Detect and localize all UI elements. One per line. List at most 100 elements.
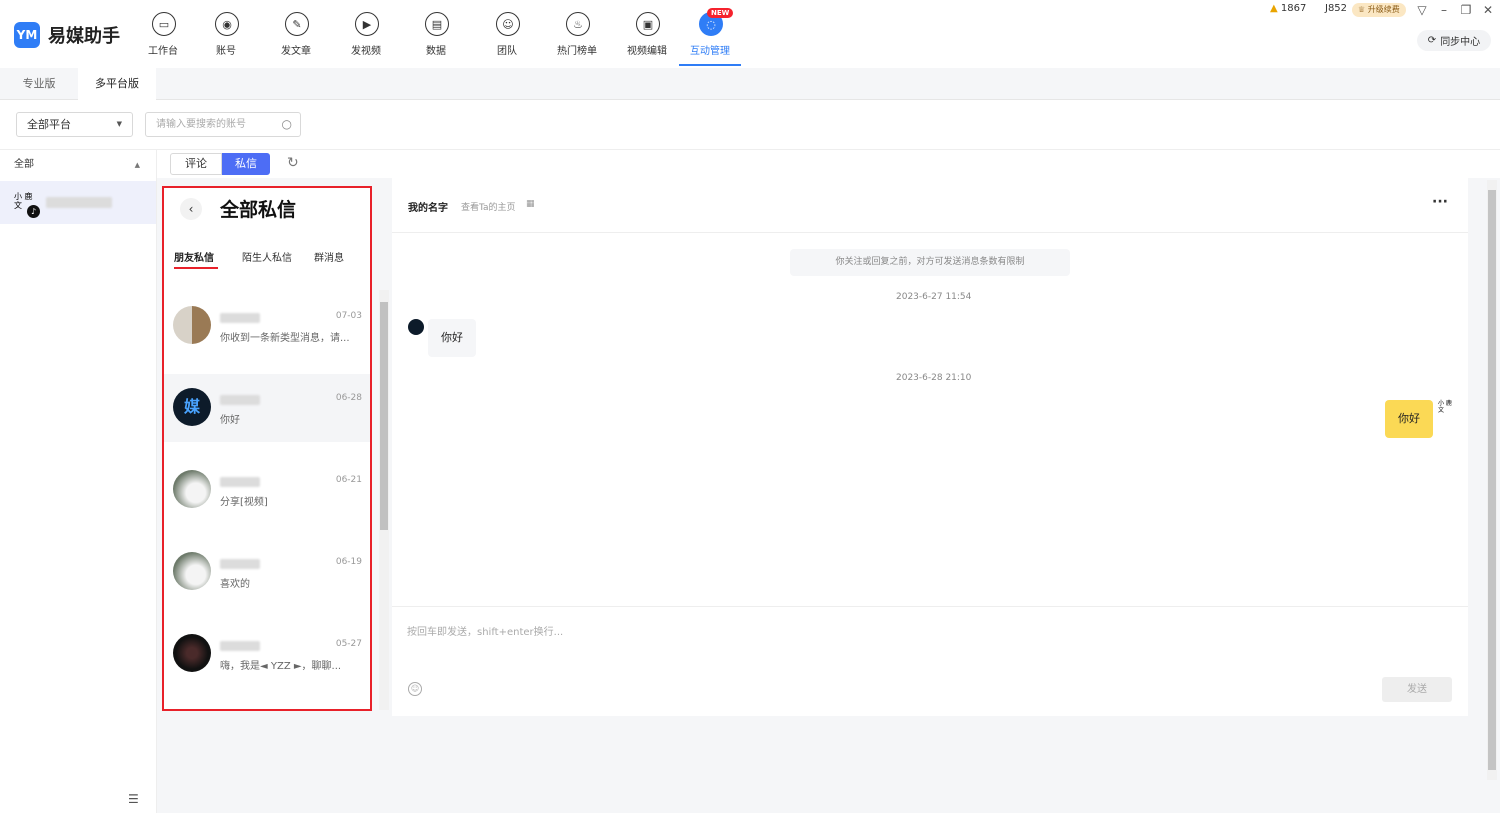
tab-stranger-messages[interactable]: 陌生人私信 xyxy=(242,249,292,264)
view-profile-link[interactable]: 查看Ta的主页 xyxy=(461,200,516,213)
fire-icon: ♨ xyxy=(566,12,590,36)
send-button[interactable]: 发送 xyxy=(1382,677,1452,702)
message-input[interactable]: 按回车即发送，shift+enter换行... xyxy=(407,623,563,638)
chat-header: 我的名字 查看Ta的主页 ▦ ··· xyxy=(392,178,1468,233)
conversation-item[interactable]: 06-21 分享[视频] xyxy=(164,456,370,524)
conversation-item-selected[interactable]: 媒 06-28 你好 xyxy=(164,374,370,442)
conversation-preview: 你收到一条新类型消息，请... xyxy=(220,333,350,344)
nav-active-indicator xyxy=(679,64,741,66)
tab-comments[interactable]: 评论 xyxy=(170,153,222,175)
outgoing-message: 你好 xyxy=(1385,400,1433,438)
coin-stat: ▲ 1867 xyxy=(1270,3,1307,14)
nav-post-video[interactable]: ▶ 发视频 xyxy=(335,0,397,68)
conversation-item[interactable]: 06-19 喜欢的 xyxy=(164,538,370,606)
conversation-date: 06-28 xyxy=(335,393,362,403)
tab-group-messages[interactable]: 群消息 xyxy=(314,249,344,264)
account-sidebar: 全部 ▲ 小 鹿 文 ♪ ☰ xyxy=(0,150,157,813)
contact-name-redacted xyxy=(220,477,260,487)
nav-team[interactable]: ☺ 团队 xyxy=(476,0,538,68)
message-list-panel: ‹ 全部私信 朋友私信 陌生人私信 群消息 07-03 你收到一条新类型消息，请… xyxy=(162,186,372,711)
tiktok-icon: ♪ xyxy=(27,205,40,218)
avatar xyxy=(173,552,211,590)
list-scrollbar[interactable] xyxy=(379,290,389,710)
message-type-tabs: 评论 私信 ↻ xyxy=(157,150,1500,178)
account-group-header[interactable]: 全部 ▲ xyxy=(0,150,156,180)
contact-avatar xyxy=(408,319,424,335)
page-scrollbar[interactable] xyxy=(1487,180,1497,780)
conversation-date: 06-19 xyxy=(335,557,362,567)
scrollbar-thumb[interactable] xyxy=(1488,190,1496,770)
conversation-preview: 喜欢的 xyxy=(220,579,250,590)
search-icon: ○ xyxy=(281,117,292,131)
emoji-icon[interactable]: ☺ xyxy=(408,682,422,696)
message-timestamp: 2023-6-27 11:54 xyxy=(896,292,972,302)
nav-video-edit[interactable]: ▣ 视频编辑 xyxy=(616,0,678,68)
pen-icon: ✎ xyxy=(285,12,309,36)
more-options-icon[interactable]: ··· xyxy=(1432,194,1448,210)
new-badge: NEW xyxy=(707,8,734,18)
chart-icon: ▤ xyxy=(425,12,449,36)
avatar xyxy=(173,470,211,508)
nav-interaction[interactable]: ◌ NEW 互动管理 xyxy=(679,0,741,68)
team-icon: ☺ xyxy=(496,12,520,36)
conversation-preview: 你好 xyxy=(220,415,240,426)
app-logo: YM 易媒助手 xyxy=(14,22,120,48)
edition-tabs: 专业版 多平台版 xyxy=(0,68,1500,100)
conversation-preview: 分享[视频] xyxy=(220,497,268,508)
tab-friend-messages[interactable]: 朋友私信 xyxy=(174,249,214,264)
avatar: 媒 xyxy=(173,388,211,426)
account-item[interactable]: 小 鹿 文 ♪ xyxy=(0,181,156,224)
user-icon: ◉ xyxy=(215,12,239,36)
minimize-icon[interactable]: – xyxy=(1437,3,1451,17)
caret-down-icon: ▼ xyxy=(116,120,122,128)
tab-pro[interactable]: 专业版 xyxy=(0,68,78,100)
nav-post-article[interactable]: ✎ 发文章 xyxy=(265,0,327,68)
back-arrow-icon[interactable]: ‹ xyxy=(180,198,202,220)
contact-name-redacted xyxy=(220,641,260,651)
app-name: 易媒助手 xyxy=(48,26,120,47)
crown-icon: ♕ xyxy=(1358,5,1366,14)
coin-icon: ▲ xyxy=(1270,3,1278,14)
active-tab-indicator xyxy=(174,267,218,269)
scrollbar-thumb[interactable] xyxy=(380,302,388,530)
sync-center-button[interactable]: ⟳ 同步中心 xyxy=(1417,30,1491,51)
nav-workbench[interactable]: ▭ 工作台 xyxy=(132,0,194,68)
restore-icon[interactable]: ❐ xyxy=(1459,3,1473,17)
avatar xyxy=(173,306,211,344)
conversation-date: 06-21 xyxy=(335,475,362,485)
points-stat: J852 xyxy=(1325,3,1348,14)
dropdown-icon[interactable]: ▽ xyxy=(1415,3,1429,17)
main-content: 评论 私信 ↻ ‹ 全部私信 朋友私信 陌生人私信 群消息 07-03 你收到一… xyxy=(157,150,1500,813)
conversation-date: 05-27 xyxy=(335,639,362,649)
avatar xyxy=(173,634,211,672)
account-name-redacted xyxy=(46,197,112,208)
chat-contact-name: 我的名字 xyxy=(408,203,448,214)
close-icon[interactable]: ✕ xyxy=(1481,3,1495,17)
nav-hot-list[interactable]: ♨ 热门榜单 xyxy=(546,0,608,68)
qrcode-icon[interactable]: ▦ xyxy=(526,199,535,209)
chat-window: 我的名字 查看Ta的主页 ▦ ··· 你关注或回复之前，对方可发送消息条数有限制… xyxy=(392,178,1468,716)
top-bar: YM 易媒助手 ▭ 工作台 ◉ 账号 ✎ 发文章 ▶ 发视频 ▤ 数据 ☺ 团队 ♨ 热门榜单… xyxy=(0,0,1500,68)
panel-title: 全部私信 xyxy=(220,199,297,221)
platform-select[interactable]: 全部平台 ▼ xyxy=(16,112,133,137)
nav-accounts[interactable]: ◉ 账号 xyxy=(195,0,257,68)
filter-bar: 全部平台 ▼ 请输入要搜索的账号 ○ xyxy=(0,100,1500,150)
conversation-item[interactable]: 07-03 你收到一条新类型消息，请... xyxy=(164,292,370,360)
tab-private-messages[interactable]: 私信 xyxy=(222,153,270,175)
nav-data[interactable]: ▤ 数据 xyxy=(405,0,467,68)
play-icon: ▶ xyxy=(355,12,379,36)
collapse-sidebar-icon[interactable]: ☰ xyxy=(128,792,139,806)
sync-icon: ⟳ xyxy=(1427,35,1437,46)
monitor-icon: ▭ xyxy=(152,12,176,36)
conversation-item[interactable]: 05-27 嗨，我是◄ YZZ ►，聊聊... xyxy=(164,620,370,688)
conversation-preview: 嗨，我是◄ YZZ ►，聊聊... xyxy=(220,661,342,672)
message-timestamp: 2023-6-28 21:10 xyxy=(896,373,972,383)
refresh-icon[interactable]: ↻ xyxy=(287,155,299,171)
tab-multi-platform[interactable]: 多平台版 xyxy=(78,68,156,100)
message-composer[interactable]: 按回车即发送，shift+enter换行... ☺ 发送 xyxy=(392,606,1468,716)
briefcase-icon: ▣ xyxy=(636,12,660,36)
conversation-date: 07-03 xyxy=(335,311,362,321)
account-search-input[interactable]: 请输入要搜索的账号 ○ xyxy=(145,112,301,137)
upgrade-button[interactable]: ♕ 升级续费 xyxy=(1352,3,1406,17)
message-limit-notice: 你关注或回复之前，对方可发送消息条数有限制 xyxy=(790,249,1070,276)
